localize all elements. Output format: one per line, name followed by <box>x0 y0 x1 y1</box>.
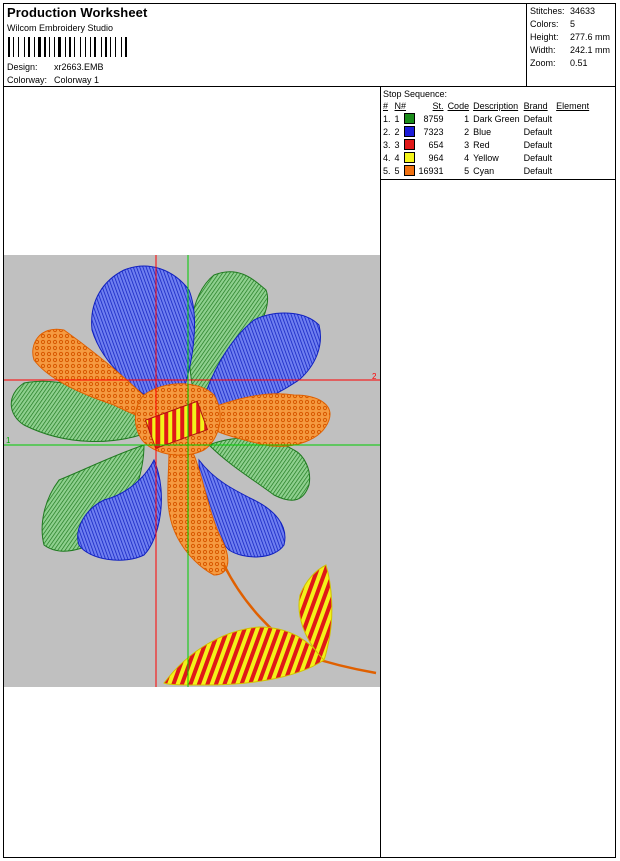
stop-description: Cyan <box>473 165 495 176</box>
design-preview: 2 1 <box>4 255 380 687</box>
software-name: Wilcom Embroidery Studio <box>7 23 114 33</box>
col-n-number: N# <box>394 101 407 111</box>
design-filename: xr2663.EMB <box>54 62 104 72</box>
stop-stitches: 16931 <box>418 165 444 176</box>
col-brand: Brand <box>523 101 548 111</box>
stop-row: 4. 4 964 4 Yellow Default <box>381 151 591 164</box>
axis-marker-red: 2 <box>372 372 377 381</box>
stop-n-number: 3 <box>394 139 400 150</box>
stop-element <box>554 138 591 151</box>
stat-zoom: Zoom: 0.51 <box>530 58 588 68</box>
barcode-image <box>8 37 127 57</box>
stop-brand: Default <box>523 139 553 150</box>
col-description: Description <box>473 101 519 111</box>
stats-panel: Stitches: 34633 Colors: 5 Height: 277.6 mm … <box>530 5 610 70</box>
stop-number: 4. <box>383 152 391 163</box>
stop-row: 2. 2 7323 2 Blue Default <box>381 125 591 138</box>
color-swatch <box>403 165 415 177</box>
stop-element <box>554 112 591 125</box>
stop-code: 4 <box>464 152 470 163</box>
stop-brand: Default <box>523 165 553 176</box>
stop-code: 1 <box>464 113 470 124</box>
stop-n-number: 4 <box>394 152 400 163</box>
stop-stitches: 8759 <box>423 113 444 124</box>
design-label: Design: <box>7 62 38 72</box>
stop-number: 1. <box>383 113 391 124</box>
stop-code: 2 <box>464 126 470 137</box>
stop-number: 2. <box>383 126 391 137</box>
stop-brand: Default <box>523 152 553 163</box>
stop-sequence-table: # N# St. Code Description Brand Element … <box>381 100 591 177</box>
design-row: Design: xr2663.EMB <box>7 62 104 72</box>
colorway-value: Colorway 1 <box>54 75 100 85</box>
col-stitches: St. <box>432 101 444 111</box>
stop-code: 3 <box>464 139 470 150</box>
stop-n-number: 2 <box>394 126 400 137</box>
color-swatch <box>403 139 415 151</box>
stop-n-number: 1 <box>394 113 400 124</box>
page-title: Production Worksheet <box>7 5 148 20</box>
col-element: Element <box>556 101 590 111</box>
stop-number: 5. <box>383 165 391 176</box>
color-swatch <box>403 113 415 125</box>
axis-marker-green: 1 <box>6 436 11 445</box>
stop-sequence-header: # N# St. Code Description Brand Element <box>381 100 591 112</box>
stop-row: 5. 5 16931 5 Cyan Default <box>381 164 591 177</box>
stat-colors: Colors: 5 <box>530 19 576 29</box>
stats-divider <box>526 3 527 87</box>
stop-description: Blue <box>473 126 492 137</box>
stop-brand: Default <box>523 113 553 124</box>
stop-description: Red <box>473 139 490 150</box>
stop-n-number: 5 <box>394 165 400 176</box>
stat-height: Height: 277.6 mm <box>530 32 611 42</box>
color-swatch <box>403 152 415 164</box>
stop-number: 3. <box>383 139 391 150</box>
col-number: # <box>383 101 389 111</box>
column-divider <box>380 86 381 858</box>
stop-code: 5 <box>464 165 470 176</box>
stop-stitches: 964 <box>428 152 444 163</box>
stop-row: 1. 1 8759 1 Dark Green Default <box>381 112 591 125</box>
stop-element <box>554 125 591 138</box>
stop-swatch <box>402 112 417 125</box>
stop-element <box>554 151 591 164</box>
stop-sequence-divider <box>380 179 616 180</box>
stop-swatch <box>402 125 417 138</box>
stop-swatch <box>402 164 417 177</box>
colorway-row: Colorway: Colorway 1 <box>7 75 99 85</box>
stat-stitches: Stitches: 34633 <box>530 6 596 16</box>
stop-swatch <box>402 138 417 151</box>
color-swatch <box>403 126 415 138</box>
stop-description: Dark Green <box>473 113 520 124</box>
stop-element <box>554 164 591 177</box>
col-code: Code <box>447 101 470 111</box>
stop-sequence-title: Stop Sequence: <box>383 89 448 99</box>
colorway-label: Colorway: <box>7 75 48 85</box>
stop-row: 3. 3 654 3 Red Default <box>381 138 591 151</box>
stop-description: Yellow <box>473 152 499 163</box>
embroidery-design: 2 1 <box>4 255 380 687</box>
stop-stitches: 7323 <box>423 126 444 137</box>
stop-brand: Default <box>523 126 553 137</box>
header-divider <box>3 86 616 87</box>
stop-swatch <box>402 151 417 164</box>
stat-width: Width: 242.1 mm <box>530 45 611 55</box>
stop-stitches: 654 <box>428 139 444 150</box>
leaves <box>163 564 333 686</box>
